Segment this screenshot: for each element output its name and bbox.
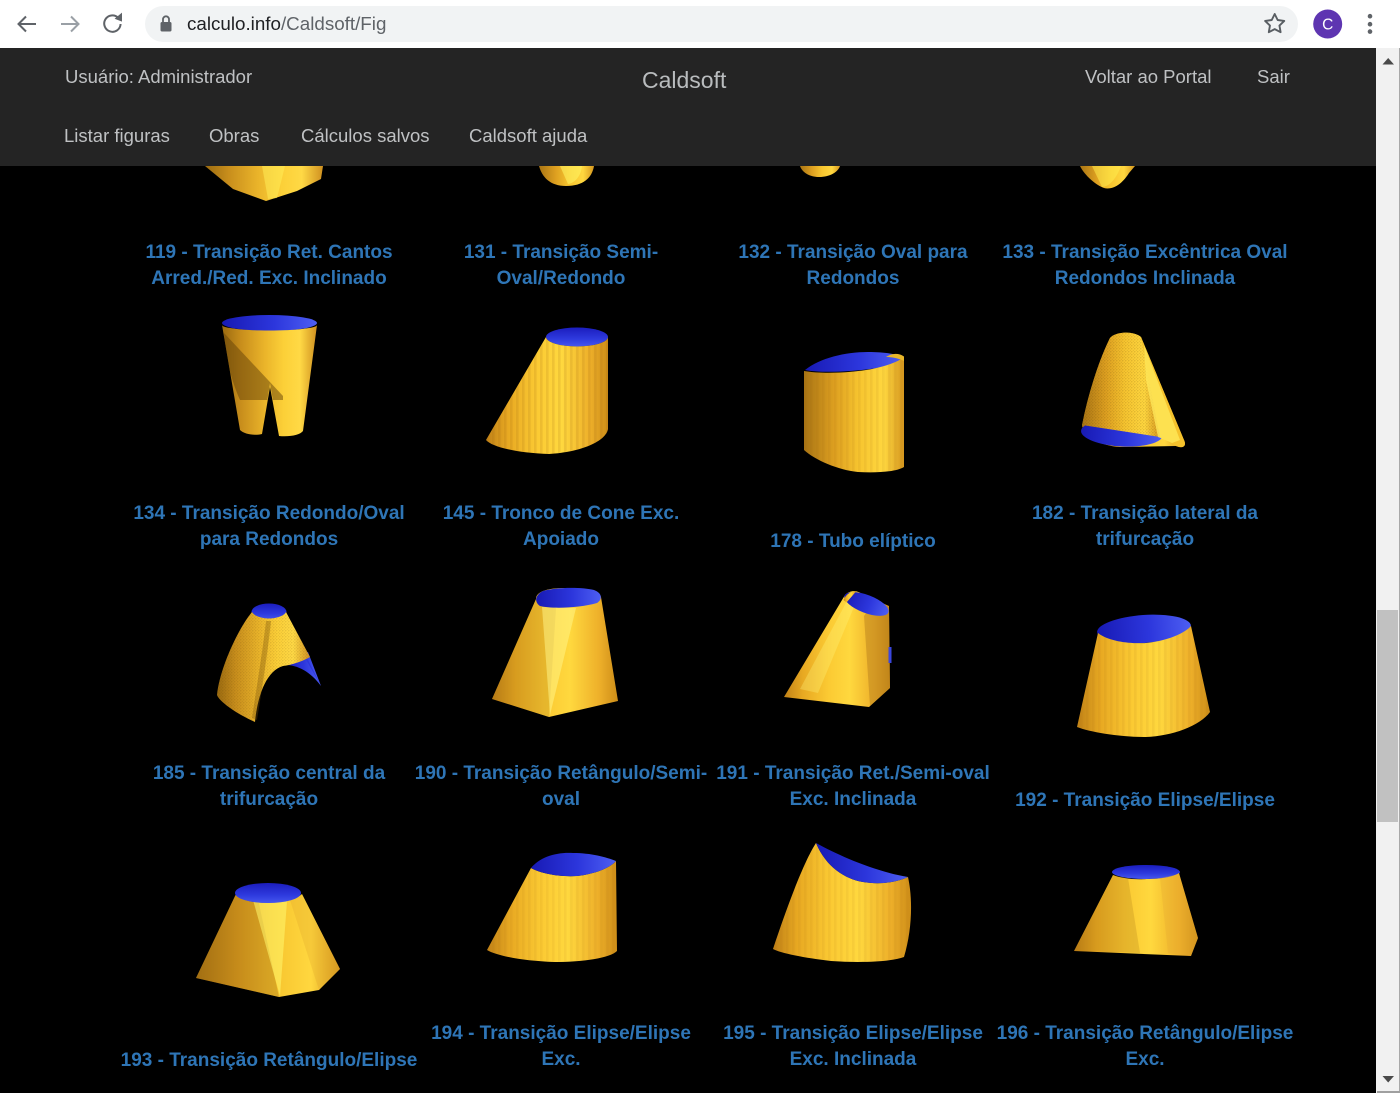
svg-text:C: C	[1322, 17, 1333, 34]
